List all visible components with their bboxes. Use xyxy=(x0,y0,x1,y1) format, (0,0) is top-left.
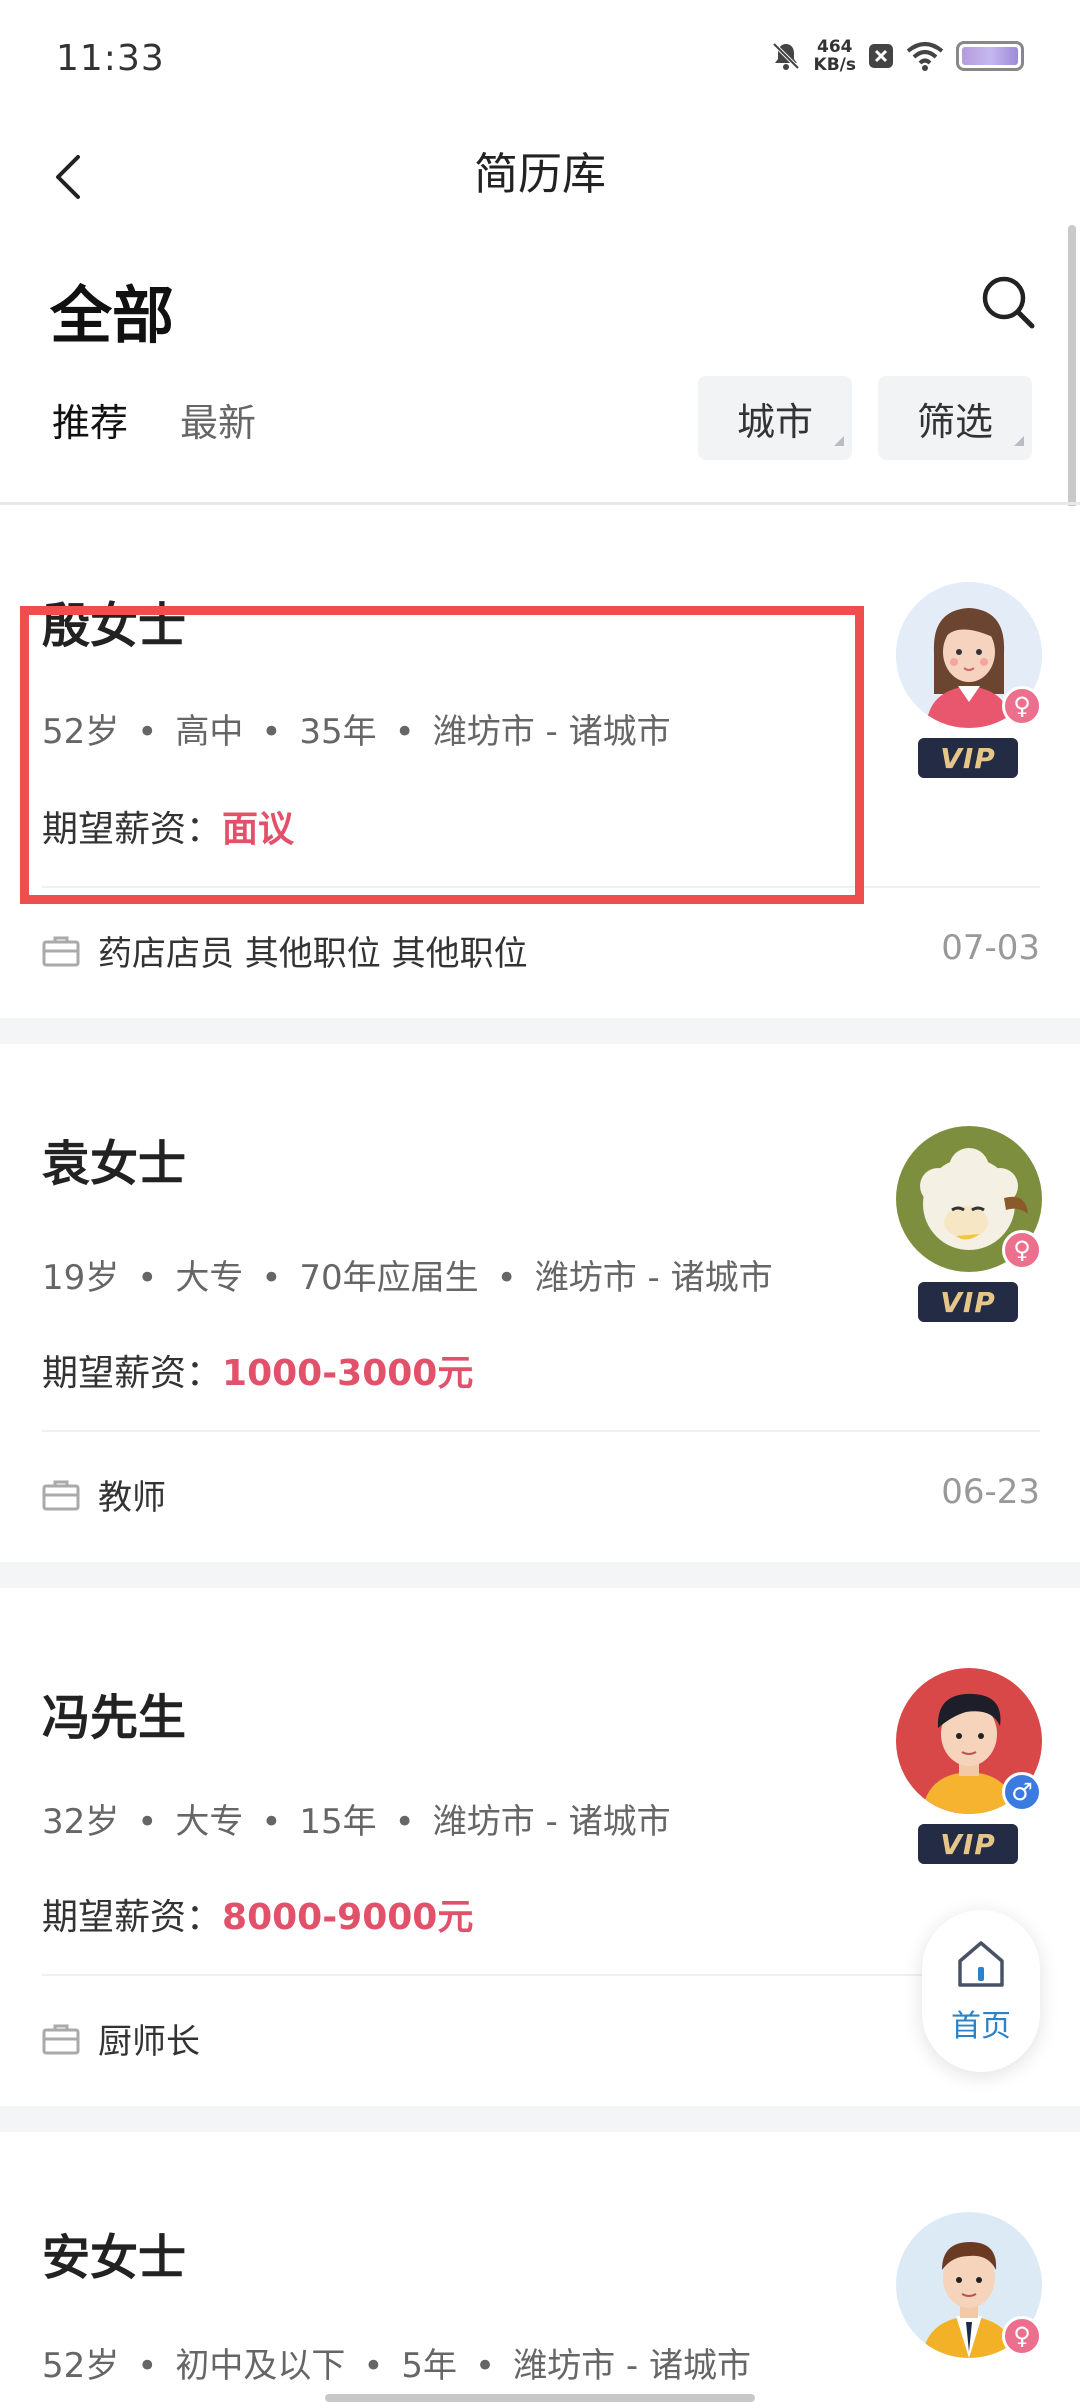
briefcase-icon xyxy=(42,1480,80,1510)
tab-latest[interactable]: 最新 xyxy=(180,392,256,447)
vip-badge: VIP xyxy=(918,738,1018,778)
female-gender-icon: ♀ xyxy=(1002,2316,1042,2356)
card-separator xyxy=(0,2106,1080,2132)
resume-card[interactable]: 冯先生 32岁 • 大专 • 15年 • 潍坊市 - 诸城市 期望薪资：8000-9000元… xyxy=(0,1588,1080,2106)
vip-badge: VIP xyxy=(918,1282,1018,1322)
status-bar: 11:33 464 KB/s xyxy=(0,0,1080,125)
vip-badge: VIP xyxy=(918,1824,1018,1864)
resume-card[interactable]: 安女士 52岁 • 初中及以下 • 5年 • 潍坊市 - 诸城市 ♀ xyxy=(0,2132,1080,2408)
dropdown-triangle-icon xyxy=(834,436,844,446)
update-date: 07-03 xyxy=(941,928,1040,968)
male-gender-icon: ♂ xyxy=(1002,1772,1042,1812)
city-filter-button[interactable]: 城市 xyxy=(698,376,852,460)
home-label: 首页 xyxy=(951,2009,1011,2044)
candidate-info: 52岁 • 初中及以下 • 5年 • 潍坊市 - 诸城市 xyxy=(42,2346,751,2386)
close-box-icon xyxy=(869,44,893,68)
home-icon xyxy=(958,1941,1004,1987)
salary-value: 1000-3000元 xyxy=(222,1353,474,1394)
candidate-name: 冯先生 xyxy=(42,1690,187,1746)
female-gender-icon: ♀ xyxy=(1002,1230,1042,1270)
job-intent: 教师 xyxy=(42,1470,166,1519)
sort-tabs: 推荐 最新 xyxy=(52,392,256,447)
briefcase-icon xyxy=(42,2024,80,2054)
city-filter-label: 城市 xyxy=(736,399,813,444)
expected-salary: 期望薪资：8000-9000元 xyxy=(42,1897,474,1938)
candidate-info: 32岁 • 大专 • 15年 • 潍坊市 - 诸城市 xyxy=(42,1802,671,1842)
female-gender-icon: ♀ xyxy=(1002,686,1042,726)
candidate-name: 袁女士 xyxy=(42,1136,187,1192)
update-date: 06-23 xyxy=(941,1472,1040,1512)
mute-bell-icon xyxy=(772,42,799,70)
search-icon[interactable] xyxy=(978,272,1038,332)
status-time: 11:33 xyxy=(56,38,165,79)
card-divider xyxy=(42,1430,1040,1432)
card-separator xyxy=(0,1018,1080,1044)
briefcase-icon xyxy=(42,936,80,966)
candidate-name: 安女士 xyxy=(42,2230,187,2286)
highlight-box xyxy=(20,606,864,904)
filter-button[interactable]: 筛选 xyxy=(878,376,1032,460)
network-speed: 464 KB/s xyxy=(813,37,856,75)
card-separator xyxy=(0,1562,1080,1588)
home-button[interactable]: 首页 xyxy=(922,1910,1040,2072)
section-heading: 全部 xyxy=(50,279,175,352)
home-indicator[interactable] xyxy=(325,2394,755,2402)
resume-card[interactable]: 袁女士 19岁 • 大专 • 70年应届生 • 潍坊市 - 诸城市 期望薪资：1000-30… xyxy=(0,1044,1080,1564)
card-divider xyxy=(42,1974,1040,1976)
salary-value: 8000-9000元 xyxy=(222,1897,474,1938)
job-intent: 厨师长 xyxy=(42,2014,200,2063)
dropdown-triangle-icon xyxy=(1014,436,1024,446)
wifi-icon xyxy=(906,42,944,71)
page-title: 简历库 xyxy=(474,149,606,200)
battery-icon xyxy=(956,41,1024,71)
job-intent: 药店店员 其他职位 其他职位 xyxy=(42,926,528,975)
expected-salary: 期望薪资：1000-3000元 xyxy=(42,1353,474,1394)
status-icons: 464 KB/s xyxy=(770,38,1024,74)
nav-bar: 简历库 xyxy=(0,125,1080,235)
filter-label: 筛选 xyxy=(916,399,993,444)
tab-recommended[interactable]: 推荐 xyxy=(52,392,128,447)
header-divider xyxy=(0,502,1080,505)
candidate-info: 19岁 • 大专 • 70年应届生 • 潍坊市 - 诸城市 xyxy=(42,1258,773,1298)
